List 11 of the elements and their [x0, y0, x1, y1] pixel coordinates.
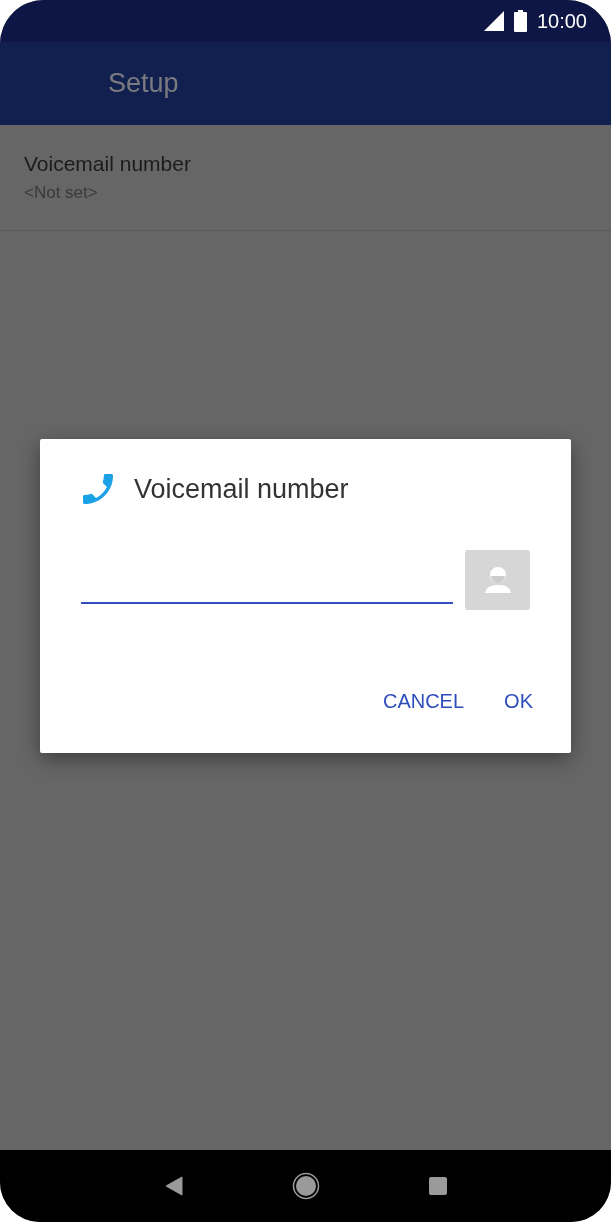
back-icon[interactable]: [164, 1176, 183, 1196]
app-bar-title: Setup: [108, 67, 179, 101]
signal-icon: [483, 11, 504, 31]
dialog-title: Voicemail number: [134, 473, 349, 506]
clock-time: 10:00: [536, 9, 587, 34]
recents-icon[interactable]: [428, 1177, 447, 1195]
person-icon: [482, 564, 513, 595]
dialog-button[interactable]: OK: [494, 681, 543, 720]
home-icon[interactable]: [291, 1172, 320, 1200]
dialog-button[interactable]: CANCEL: [372, 681, 475, 720]
battery-icon: [513, 10, 527, 32]
